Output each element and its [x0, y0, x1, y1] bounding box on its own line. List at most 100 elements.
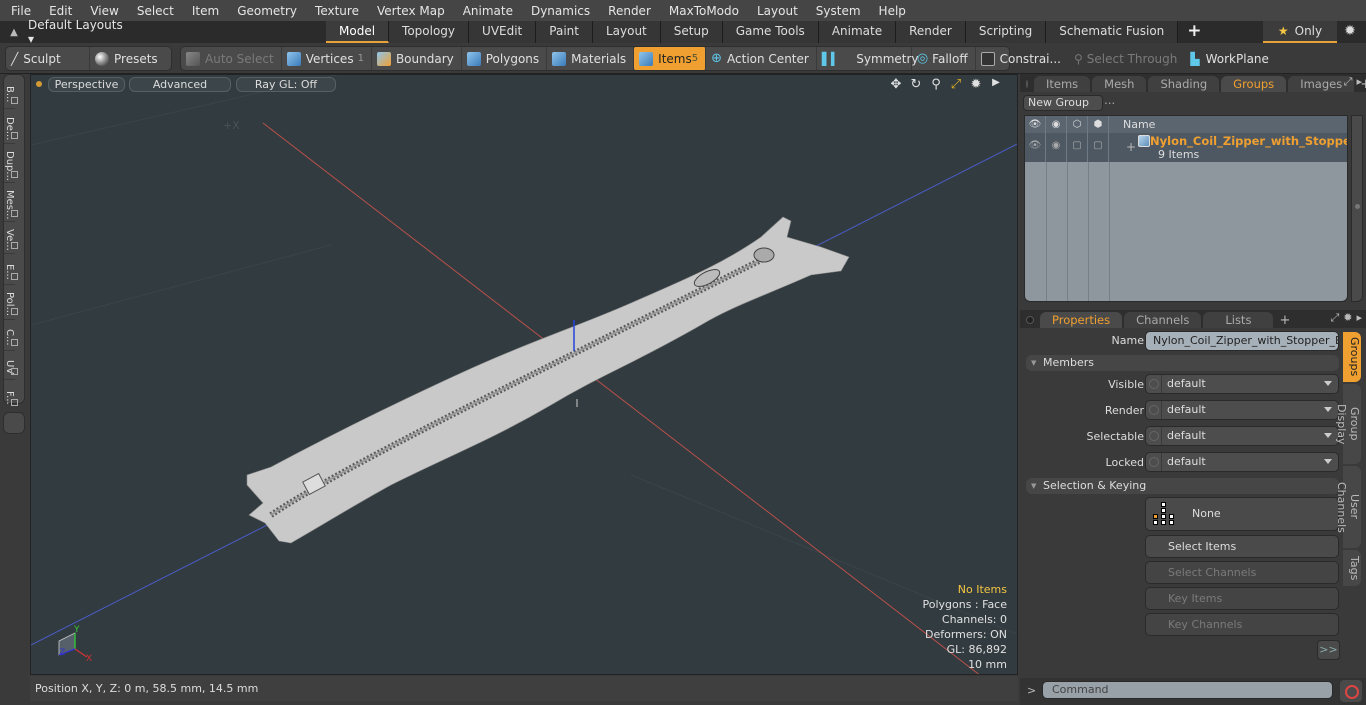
tab-mesh[interactable]: Mesh ... — [1092, 76, 1147, 107]
selection-keying-section[interactable]: Selection & Keying — [1026, 478, 1339, 494]
tab-animate[interactable]: Animate — [818, 21, 897, 43]
gear-icon[interactable]: ✹ — [1341, 23, 1359, 41]
add-properties-tab-button[interactable]: + — [1275, 313, 1294, 328]
materials-button[interactable]: Materials — [547, 47, 635, 70]
menu-system[interactable]: System — [807, 4, 870, 18]
tab-model[interactable]: Model — [326, 21, 390, 43]
menu-select[interactable]: Select — [128, 4, 183, 18]
menu-dynamics[interactable]: Dynamics — [522, 4, 599, 18]
panel-arrow-icon[interactable]: ▸ — [1356, 75, 1362, 89]
selectable-dropdown[interactable]: default — [1145, 426, 1339, 446]
left-tab-edge[interactable]: E... — [4, 254, 18, 285]
select-channels-button[interactable]: Select Channels — [1145, 561, 1339, 584]
properties-arrow-icon[interactable]: ▸ — [1356, 311, 1362, 325]
workplane-button[interactable]: ▙ WorkPlane — [1185, 47, 1276, 70]
left-tab-curve[interactable]: C... — [4, 320, 18, 351]
left-tab-duplicate[interactable]: Dup... — [4, 144, 18, 183]
zoom-view-icon[interactable]: ⚲ — [929, 77, 943, 92]
left-tab-fusion[interactable]: F... — [4, 380, 18, 410]
group-name-field[interactable]: Nylon_Coil_Zipper_with_Stopper_Blac — [1145, 331, 1339, 351]
expand-arrow-icon[interactable]: ▶ — [989, 77, 1003, 92]
menu-render[interactable]: Render — [599, 4, 660, 18]
group-list-scrollbar[interactable] — [1351, 115, 1363, 302]
menu-animate[interactable]: Animate — [454, 4, 522, 18]
collapse-up-icon[interactable]: ▲ — [0, 27, 28, 38]
none-button[interactable]: None — [1145, 497, 1339, 531]
menu-maxtomodo[interactable]: MaxToModo — [660, 4, 748, 18]
vertices-button[interactable]: Vertices 1 — [282, 47, 372, 70]
group-row[interactable]: 👁 ◉ ▢ ▢ + Nylon_Coil_Zipper_with_Stoppe … — [1025, 133, 1347, 162]
command-input[interactable]: Command — [1042, 681, 1333, 699]
visible-dropdown[interactable]: default — [1145, 374, 1339, 394]
left-extra-tab[interactable] — [3, 412, 25, 434]
menu-texture[interactable]: Texture — [306, 4, 368, 18]
lock-cube-icon[interactable]: ⬢ — [1088, 116, 1109, 133]
panel-menu-dot[interactable] — [1026, 80, 1028, 88]
select-items-button[interactable]: Select Items — [1145, 535, 1339, 558]
key-items-button[interactable]: Key Items — [1145, 587, 1339, 610]
add-tab-button[interactable]: + — [1178, 21, 1210, 43]
tab-topology[interactable]: Topology — [389, 21, 470, 43]
tab-schematic-fusion[interactable]: Schematic Fusion — [1046, 21, 1179, 43]
menu-file[interactable]: File — [0, 4, 40, 18]
side-tab-group-display[interactable]: Group Display — [1335, 384, 1361, 464]
tab-game-tools[interactable]: Game Tools — [722, 21, 819, 43]
tab-channels[interactable]: Channels — [1124, 312, 1202, 328]
tab-lists[interactable]: Lists — [1203, 312, 1274, 328]
viewport-menu-dot[interactable] — [36, 81, 42, 87]
rotate-view-icon[interactable]: ↻ — [909, 77, 923, 92]
name-column-header[interactable]: Name — [1109, 116, 1155, 133]
items-button[interactable]: Items 5 — [634, 47, 707, 70]
action-center-button[interactable]: ⊕ Action Center — [706, 47, 817, 70]
side-tab-user-channels[interactable]: User Channels — [1335, 466, 1361, 548]
tab-setup[interactable]: Setup — [660, 21, 723, 43]
expand-group-icon[interactable]: + — [1126, 140, 1136, 154]
locked-dropdown[interactable]: default — [1145, 452, 1339, 472]
tab-shading[interactable]: Shading — [1148, 76, 1220, 92]
tab-scripting[interactable]: Scripting — [965, 21, 1047, 43]
tab-uvedit[interactable]: UVEdit — [469, 21, 537, 43]
selectable-cube-icon[interactable]: ⬡ — [1067, 116, 1088, 133]
maximize-view-icon[interactable]: ⤢ — [949, 77, 963, 92]
polygons-button[interactable]: Polygons — [462, 47, 548, 70]
menu-view[interactable]: View — [81, 4, 127, 18]
falloff-button[interactable]: ◎ Falloff — [912, 47, 976, 70]
3d-viewport[interactable]: +X Y X Z Perspective Advanced Ray GL: Of… — [30, 74, 1018, 675]
render-dropdown[interactable]: default — [1145, 400, 1339, 420]
tab-paint[interactable]: Paint — [536, 21, 593, 43]
menu-help[interactable]: Help — [870, 4, 915, 18]
presets-button[interactable]: Presets — [90, 47, 165, 70]
side-tab-groups[interactable]: Groups — [1343, 332, 1361, 382]
tab-groups[interactable]: Groups — [1221, 76, 1287, 92]
row-select-checkbox[interactable]: ▢ — [1067, 133, 1088, 162]
more-button[interactable]: >> — [1317, 640, 1340, 660]
layout-selector[interactable]: Default Layouts ▾ — [28, 18, 128, 46]
expand-properties-icon[interactable]: ⤢ — [1330, 311, 1339, 325]
left-tab-polygon[interactable]: Pol... — [4, 285, 18, 320]
row-eye-icon[interactable]: 👁 — [1025, 133, 1046, 162]
menu-item[interactable]: Item — [183, 4, 228, 18]
row-camera-icon[interactable]: ◉ — [1046, 133, 1067, 162]
new-group-button[interactable]: New Group — [1023, 95, 1103, 111]
visibility-eye-icon[interactable]: 👁 — [1025, 116, 1046, 133]
tab-properties[interactable]: Properties — [1040, 312, 1123, 328]
side-tab-tags[interactable]: Tags — [1343, 550, 1361, 586]
only-toggle[interactable]: ★ Only — [1263, 21, 1337, 43]
expand-panel-icon[interactable]: ⤢ — [1344, 75, 1353, 89]
members-section[interactable]: Members — [1026, 355, 1339, 371]
tab-items[interactable]: Items — [1034, 76, 1091, 92]
menu-layout[interactable]: Layout — [748, 4, 807, 18]
left-tab-mesh[interactable]: Mes... — [4, 183, 18, 222]
left-tab-vertex[interactable]: Ve... — [4, 222, 18, 254]
tab-render[interactable]: Render — [896, 21, 966, 43]
row-lock-checkbox[interactable]: ▢ — [1088, 133, 1109, 162]
properties-menu-dot[interactable] — [1026, 316, 1034, 324]
menu-geometry[interactable]: Geometry — [228, 4, 306, 18]
sculpt-button[interactable]: ╱ Sculpt — [6, 47, 90, 70]
left-tab-delete[interactable]: De... — [4, 109, 18, 144]
boundary-button[interactable]: Boundary — [372, 47, 462, 70]
properties-gear-icon[interactable]: ✹ — [1343, 311, 1352, 325]
key-channels-button[interactable]: Key Channels — [1145, 613, 1339, 636]
left-tab-bevel[interactable]: B... — [4, 75, 18, 109]
move-view-icon[interactable]: ✥ — [889, 77, 903, 92]
